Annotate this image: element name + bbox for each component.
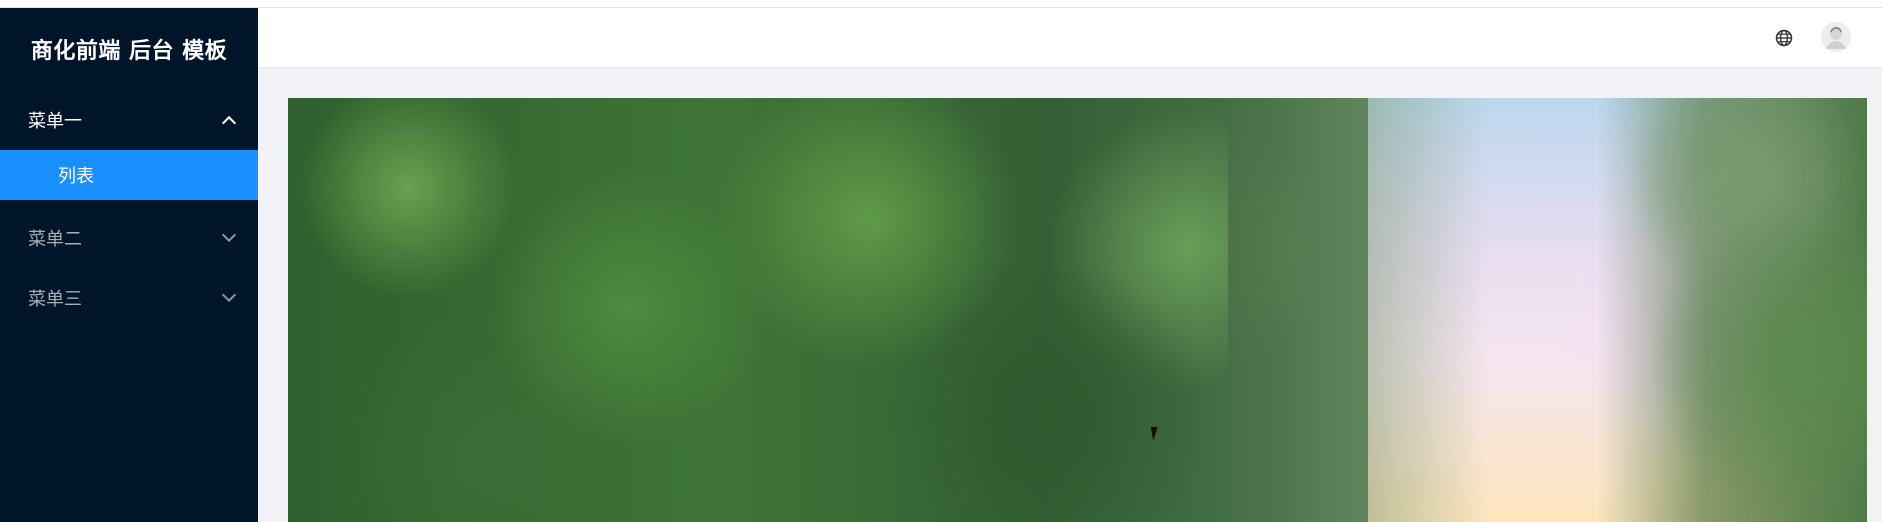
menu-item-2[interactable]: 菜单二 — [0, 208, 258, 268]
menu-item-3[interactable]: 菜单三 — [0, 268, 258, 328]
globe-icon[interactable] — [1775, 29, 1793, 47]
user-avatar[interactable] — [1821, 22, 1851, 52]
avatar-icon — [1821, 22, 1851, 52]
foliage-right — [1597, 98, 1867, 522]
foliage-edge — [1228, 98, 1488, 522]
menu-item-label: 菜单一 — [28, 111, 82, 132]
menu-item-1[interactable]: 菜单一 — [0, 90, 258, 150]
submenu-item-label: 列表 — [58, 166, 94, 187]
hero-image — [288, 98, 1867, 522]
submenu-item-list[interactable]: 列表 — [0, 150, 258, 200]
chevron-up-icon — [221, 115, 237, 131]
chevron-down-icon — [221, 287, 237, 303]
brand-title: 商化前端 后台 模板 — [30, 39, 228, 64]
top-border — [0, 0, 1882, 8]
sidebar: 商化前端 后台 模板 菜单一 列表 菜单二 菜单三 — [0, 8, 258, 522]
top-header — [258, 8, 1882, 68]
app-window: 商化前端 后台 模板 菜单一 列表 菜单二 菜单三 — [0, 0, 1882, 522]
chevron-down-icon — [221, 227, 237, 243]
menu-item-label: 菜单三 — [28, 289, 82, 310]
submenu-1: 列表 — [0, 150, 258, 200]
menu-item-label: 菜单二 — [28, 229, 82, 250]
foliage-left — [288, 98, 1368, 522]
